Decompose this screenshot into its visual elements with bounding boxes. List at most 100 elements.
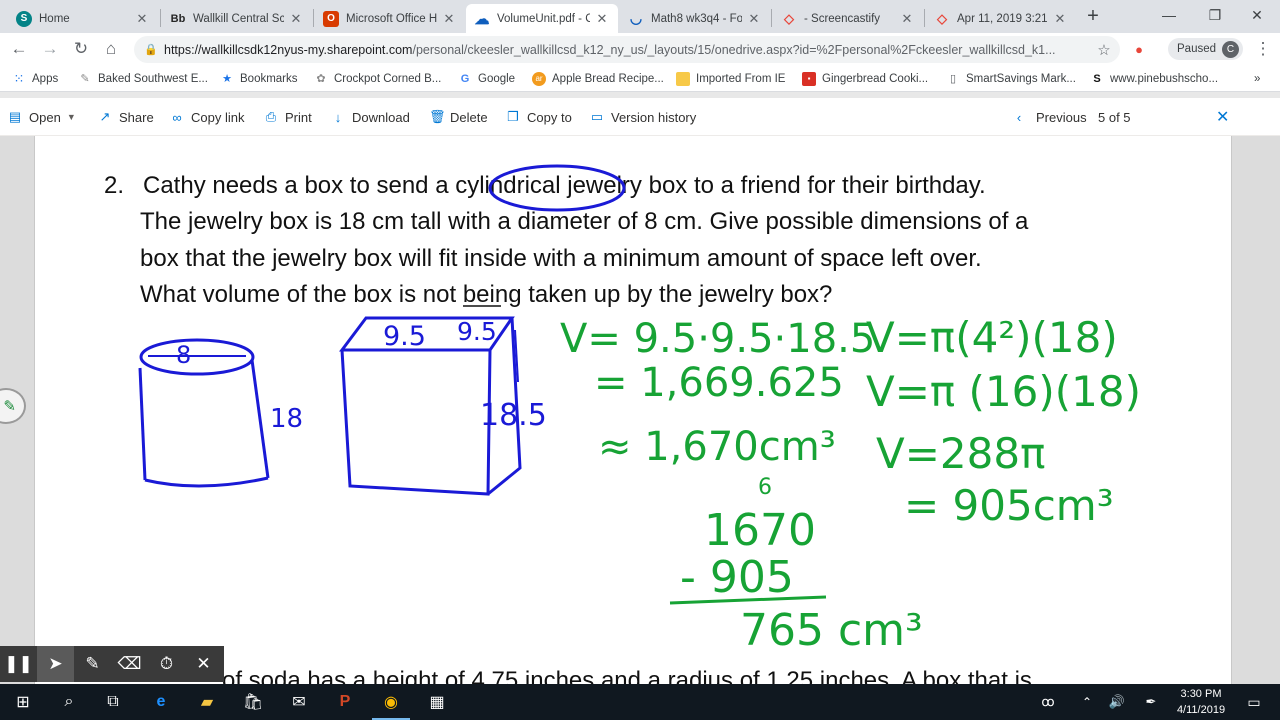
next-question-partial: of soda has a height of 4.75 inches and … [222, 667, 1032, 684]
eraser-tool-button[interactable]: ⌫ [111, 646, 148, 682]
mail-button[interactable]: ✉ [276, 684, 322, 720]
chevron-left-icon: ‹ [1016, 109, 1022, 125]
task-view-button[interactable]: ⧉ [90, 684, 136, 720]
close-icon[interactable]: ✕ [134, 11, 150, 27]
tab-home[interactable]: S Home ✕ [8, 4, 158, 33]
bookmark-google[interactable]: G Google [458, 69, 515, 88]
screencastify-icon: ◇ [937, 10, 947, 26]
close-icon[interactable]: ✕ [1052, 11, 1068, 27]
file-explorer-button[interactable]: ▰ [184, 684, 230, 720]
pen-tool-button[interactable]: ✎ [74, 646, 111, 682]
copy-to-button[interactable]: ❐ Copy to [506, 108, 572, 126]
close-window-button[interactable]: ✕ [1234, 0, 1280, 30]
cursor-tool-button[interactable]: ➤ [37, 646, 74, 682]
tab-office[interactable]: O Microsoft Office H ✕ [315, 4, 465, 33]
forward-button[interactable]: → [39, 38, 61, 60]
folder-icon: ▰ [200, 694, 214, 711]
powerpoint-button[interactable]: P [322, 684, 368, 720]
bookmark-smartsavings[interactable]: ▯ SmartSavings Mark... [946, 69, 1076, 88]
bookmark-baked-southwest[interactable]: ✎ Baked Southwest E... [78, 69, 208, 88]
bookmark-label: Gingerbread Cooki... [822, 72, 929, 85]
bookmark-label: Bookmarks [240, 72, 298, 85]
question-line: What volume of the box is not being take… [140, 281, 833, 308]
start-button[interactable]: ⊞ [0, 684, 46, 720]
delete-button[interactable]: 🗑 Delete [429, 108, 488, 126]
blackboard-icon: Bb [170, 12, 186, 25]
store-button[interactable]: 🛍 [230, 684, 276, 720]
new-tab-button[interactable]: + [1082, 6, 1104, 28]
screencastify-extension-icon[interactable]: ● [1128, 38, 1150, 60]
screencastify-icon: ◇ [784, 10, 794, 26]
system-clock[interactable]: 3:30 PM 4/11/2019 [1168, 686, 1234, 718]
bookmark-apps[interactable]: ⁙ Apps [12, 69, 59, 88]
tab-wallkill[interactable]: Bb Wallkill Central Sc ✕ [162, 4, 312, 33]
calculator-button[interactable]: ▦ [414, 684, 460, 720]
minimize-button[interactable]: — [1146, 0, 1192, 30]
bookmark-label: SmartSavings Mark... [966, 72, 1076, 85]
recipe-icon: ▪ [802, 71, 816, 86]
pen-workspace-button[interactable]: ✒ [1136, 684, 1166, 720]
restore-button[interactable]: ❐ [1192, 0, 1238, 30]
action-center-button[interactable]: ▭ [1234, 684, 1274, 720]
bookmark-imported-ie[interactable]: Imported From IE [676, 69, 785, 88]
clock-time: 3:30 PM [1180, 688, 1222, 700]
close-icon[interactable]: ✕ [441, 11, 457, 27]
taskbar: ⊞ ⌕ ⧉ e ▰ 🛍 ✉ P ◉ ▦ ꝏ ⌃ 🔊 ✒ 3:30 PM 4/11… [0, 684, 1280, 720]
tab-volumeunit[interactable]: ☁ VolumeUnit.pdf - C ✕ [466, 4, 618, 33]
search-button[interactable]: ⌕ [46, 684, 92, 720]
previous-button[interactable]: ‹ Previous [1012, 108, 1087, 126]
bookmark-label: Apps [32, 72, 59, 85]
reload-button[interactable]: ↻ [70, 38, 92, 60]
address-bar[interactable]: 🔒 https://wallkillcsdk12nyus-my.sharepoi… [134, 36, 1120, 63]
bookmark-apple-bread[interactable]: ar Apple Bread Recipe... [532, 69, 664, 88]
page-counter: 5 of 5 [1098, 109, 1131, 125]
forms-icon: ◡ [629, 10, 643, 26]
menu-icon[interactable]: ⋮ [1252, 38, 1274, 60]
mail-icon: ✉ [292, 694, 306, 711]
close-icon[interactable]: ✕ [288, 11, 304, 27]
bookmark-star-icon[interactable]: ☆ [1092, 41, 1116, 59]
tray-overflow-button[interactable]: ⌃ [1072, 684, 1102, 720]
profile-button[interactable]: Paused C [1168, 38, 1244, 60]
share-button[interactable]: ↗ Share [98, 108, 154, 126]
copy-icon: ❐ [507, 109, 519, 124]
link-icon: S [1093, 72, 1101, 85]
bookmark-gingerbread[interactable]: ▪ Gingerbread Cooki... [802, 69, 928, 88]
bookmarks-overflow-button[interactable]: » [1254, 69, 1260, 88]
tab-screencastify[interactable]: ◇ - Screencastify ✕ [773, 4, 923, 33]
close-icon[interactable]: ✕ [746, 11, 762, 27]
version-history-button[interactable]: ▭ Version history [590, 108, 696, 126]
close-icon[interactable]: ✕ [899, 11, 915, 27]
chrome-button[interactable]: ◉ [368, 684, 414, 720]
download-button[interactable]: ↓ Download [331, 108, 410, 126]
bookmark-pinebush[interactable]: S www.pinebushscho... [1090, 69, 1218, 88]
open-button[interactable]: ▤ Open ▼ [8, 108, 76, 126]
edge-button[interactable]: e [138, 684, 184, 720]
bookmark-bookmarks[interactable]: ★ Bookmarks [220, 69, 298, 88]
command-bar: ▤ Open ▼ ↗ Share ∞ Copy link ⎙ Print ↓ D… [0, 98, 1280, 136]
pause-button[interactable]: ❚❚ [0, 646, 37, 682]
close-toolbar-button[interactable]: ✕ [185, 646, 222, 682]
download-icon: ↓ [334, 109, 342, 125]
tab-title: Home [39, 12, 70, 25]
chevron-up-icon: ⌃ [1081, 695, 1093, 709]
back-button[interactable]: ← [8, 38, 30, 60]
print-button[interactable]: ⎙ Print [264, 108, 312, 126]
home-button[interactable]: ⌂ [100, 38, 122, 60]
previous-label: Previous [1036, 109, 1087, 125]
copy-link-button[interactable]: ∞ Copy link [170, 108, 244, 126]
volume-button[interactable]: 🔊 [1102, 684, 1132, 720]
close-icon[interactable]: ✕ [594, 11, 610, 27]
people-button[interactable]: ꝏ [1030, 684, 1066, 720]
bookmark-label: www.pinebushscho... [1110, 72, 1219, 85]
google-icon: G [460, 72, 470, 85]
clock-date: 4/11/2019 [1176, 704, 1226, 716]
tab-math8[interactable]: ◡ Math8 wk3q4 - Fo ✕ [620, 4, 770, 33]
bookmark-label: Crockpot Corned B... [334, 72, 442, 85]
timer-button[interactable]: ⏱ [148, 646, 185, 682]
tab-recording[interactable]: ◇ Apr 11, 2019 3:21 ✕ [926, 4, 1076, 33]
close-viewer-button[interactable]: ✕ [1216, 108, 1229, 126]
tab-strip: S Home ✕ Bb Wallkill Central Sc ✕ O Micr… [0, 0, 1280, 33]
share-label: Share [119, 109, 154, 125]
bookmark-crockpot[interactable]: ✿ Crockpot Corned B... [314, 69, 441, 88]
